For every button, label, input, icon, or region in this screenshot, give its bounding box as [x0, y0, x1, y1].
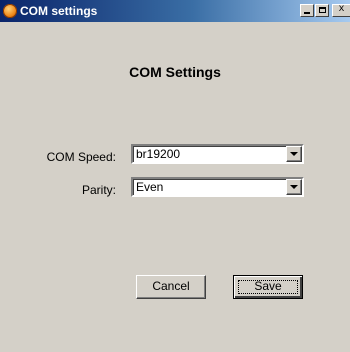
cancel-button[interactable]: Cancel [136, 275, 206, 299]
app-icon [3, 4, 17, 18]
save-button[interactable]: Save [233, 275, 303, 299]
cancel-button-label: Cancel [152, 279, 190, 293]
parity-value: Even [136, 180, 164, 194]
parity-dropdown-button[interactable] [286, 179, 302, 195]
parity-select[interactable]: Even [131, 177, 304, 197]
com-settings-window: COM settings x COM Settings COM Speed: b… [0, 0, 350, 352]
com-speed-value: br19200 [136, 147, 181, 161]
minimize-icon [304, 12, 310, 14]
window-title: COM settings [20, 4, 98, 18]
maximize-icon [318, 7, 326, 13]
close-icon: x [338, 4, 345, 15]
com-speed-label: COM Speed: [46, 150, 116, 164]
save-button-label: Save [254, 279, 282, 293]
com-speed-select[interactable]: br19200 [131, 144, 304, 164]
title-bar[interactable]: COM settings x [0, 0, 350, 22]
form-heading: COM Settings [129, 64, 221, 80]
minimize-button[interactable] [300, 4, 314, 17]
parity-label: Parity: [81, 183, 116, 197]
maximize-button[interactable] [315, 4, 329, 17]
chevron-down-icon [290, 152, 298, 156]
chevron-down-icon [290, 185, 298, 189]
com-speed-dropdown-button[interactable] [286, 146, 302, 162]
close-button[interactable]: x [332, 4, 350, 17]
